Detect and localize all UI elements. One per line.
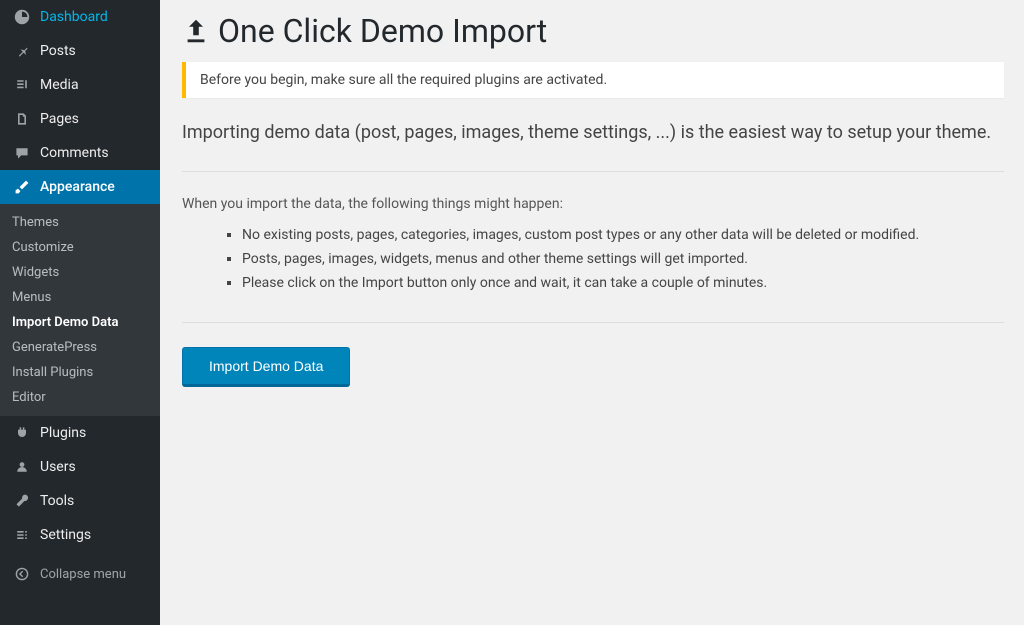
submenu-item-menus[interactable]: Menus — [0, 285, 160, 310]
pin-icon — [12, 41, 32, 61]
import-demo-button[interactable]: Import Demo Data — [182, 347, 350, 386]
wrench-icon — [12, 491, 32, 511]
sidebar-item-label: Pages — [40, 111, 79, 127]
appearance-submenu: Themes Customize Widgets Menus Import De… — [0, 204, 160, 416]
list-item: Please click on the Import button only o… — [242, 272, 1004, 296]
sidebar-item-label: Dashboard — [40, 9, 108, 25]
sidebar-item-label: Tools — [40, 493, 74, 509]
submenu-item-editor[interactable]: Editor — [0, 385, 160, 410]
sidebar-item-settings[interactable]: Settings — [0, 518, 160, 552]
notice-text: Before you begin, make sure all the requ… — [200, 72, 607, 88]
import-notes-list: No existing posts, pages, categories, im… — [242, 224, 1004, 295]
submenu-item-themes[interactable]: Themes — [0, 210, 160, 235]
sidebar-item-dashboard[interactable]: Dashboard — [0, 0, 160, 34]
sidebar-item-label: Media — [40, 77, 79, 93]
submenu-item-customize[interactable]: Customize — [0, 235, 160, 260]
user-icon — [12, 457, 32, 477]
submenu-item-generatepress[interactable]: GeneratePress — [0, 335, 160, 360]
collapse-menu[interactable]: Collapse menu — [0, 556, 160, 592]
intro-text: Importing demo data (post, pages, images… — [182, 120, 1004, 145]
brush-icon — [12, 177, 32, 197]
plugin-icon — [12, 423, 32, 443]
sidebar-item-label: Plugins — [40, 425, 86, 441]
sidebar-item-appearance[interactable]: Appearance — [0, 170, 160, 204]
sidebar-item-label: Users — [40, 459, 76, 475]
sidebar-item-label: Settings — [40, 527, 91, 543]
sidebar-item-plugins[interactable]: Plugins — [0, 416, 160, 450]
list-item: Posts, pages, images, widgets, menus and… — [242, 248, 1004, 272]
sidebar-item-media[interactable]: Media — [0, 68, 160, 102]
page-icon — [12, 109, 32, 129]
sidebar-item-label: Posts — [40, 43, 76, 59]
divider — [182, 322, 1004, 323]
upload-icon — [182, 17, 210, 45]
sidebar-item-posts[interactable]: Posts — [0, 34, 160, 68]
sidebar-item-label: Appearance — [40, 179, 115, 195]
list-item: No existing posts, pages, categories, im… — [242, 224, 1004, 248]
page-title: One Click Demo Import — [182, 12, 1004, 50]
sidebar-item-users[interactable]: Users — [0, 450, 160, 484]
settings-icon — [12, 525, 32, 545]
dashboard-icon — [12, 7, 32, 27]
section-lead: When you import the data, the following … — [182, 196, 1004, 212]
collapse-label: Collapse menu — [40, 567, 126, 582]
comment-icon — [12, 143, 32, 163]
page-title-text: One Click Demo Import — [218, 12, 547, 50]
collapse-icon — [12, 564, 32, 584]
divider — [182, 171, 1004, 172]
submenu-item-install-plugins[interactable]: Install Plugins — [0, 360, 160, 385]
submenu-item-widgets[interactable]: Widgets — [0, 260, 160, 285]
sidebar-item-tools[interactable]: Tools — [0, 484, 160, 518]
sidebar-item-label: Comments — [40, 145, 109, 161]
media-icon — [12, 75, 32, 95]
sidebar-item-comments[interactable]: Comments — [0, 136, 160, 170]
submenu-item-import-demo[interactable]: Import Demo Data — [0, 310, 160, 335]
sidebar-item-pages[interactable]: Pages — [0, 102, 160, 136]
admin-sidebar: Dashboard Posts Media Pages Comments App… — [0, 0, 160, 625]
main-content: One Click Demo Import Before you begin, … — [160, 0, 1024, 625]
warning-notice: Before you begin, make sure all the requ… — [182, 62, 1004, 98]
